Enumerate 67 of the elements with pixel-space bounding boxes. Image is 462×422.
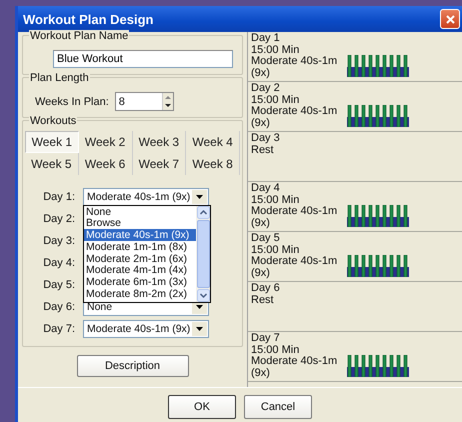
dropdown-option[interactable]: Moderate 6m-1m (3x) [84, 276, 196, 288]
group-label: Workouts [29, 115, 78, 127]
scroll-up-icon [196, 206, 210, 218]
group-label: Plan Length [29, 72, 90, 84]
scroll-down-icon [196, 288, 210, 302]
duration-text: 15:00 Min [251, 94, 300, 106]
rest-text: Rest [251, 144, 275, 156]
day-title: Day 6 [251, 283, 281, 294]
duration-text: 15:00 Min [251, 344, 300, 356]
workout-name: Moderate 40s-1m (9x) [251, 256, 338, 279]
plan-name-field[interactable]: Blue Workout [53, 50, 233, 68]
day-title: Day 4 [251, 183, 281, 194]
close-button[interactable] [440, 9, 460, 29]
day-title: Day 1 [251, 33, 281, 44]
dropdown-arrow-icon [196, 326, 203, 330]
week-tab[interactable]: Week 1 [25, 131, 79, 153]
dropdown-option[interactable]: Moderate 8m-2m (2x) [84, 288, 196, 300]
day-title: Day 3 [251, 133, 281, 144]
workout-name: Moderate 40s-1m (9x) [251, 56, 338, 79]
rest-text: Rest [251, 294, 275, 306]
workout-name: Moderate 40s-1m (9x) [251, 106, 338, 129]
day-label: Day 3: [42, 234, 75, 246]
week-tab[interactable]: Week 6 [78, 153, 132, 175]
dropdown-option[interactable]: Moderate 4m-1m (4x) [84, 264, 196, 276]
week-tab[interactable]: Week 3 [132, 131, 186, 153]
close-icon [446, 14, 454, 24]
dropdown-option[interactable]: Moderate 40s-1m (9x) [84, 229, 196, 241]
day-title: Day 2 [251, 83, 281, 94]
interval-graph-icon [347, 255, 409, 277]
dropdown-option[interactable]: Browse [84, 217, 196, 230]
week-tab[interactable]: Week 4 [186, 131, 240, 153]
day-label: Day 2: [42, 212, 75, 224]
day-label: Day 7: [42, 322, 75, 334]
dialog-button[interactable]: OK [168, 395, 236, 419]
group-label: Workout Plan Name [29, 30, 130, 42]
scrollbar[interactable] [196, 206, 210, 302]
week-tab[interactable]: Week 8 [186, 153, 240, 175]
day-label: Day 5: [42, 278, 75, 290]
spin-arrows-icon [162, 94, 173, 109]
dropdown-option[interactable]: Moderate 1m-1m (8x) [84, 240, 196, 253]
duration-text: 15:00 Min [251, 194, 300, 206]
day-label: Day 1: [42, 190, 75, 202]
dropdown-option[interactable]: Moderate 2m-1m (6x) [84, 252, 196, 264]
duration-text: 15:00 Min [251, 44, 300, 56]
weeks-spinner[interactable]: 8 [114, 92, 174, 111]
workout-name: Moderate 40s-1m (9x) [251, 356, 338, 379]
interval-graph-icon [347, 105, 409, 127]
dialog-button[interactable]: Cancel [244, 395, 312, 419]
day-title: Day 5 [251, 233, 281, 244]
weeks-label: Weeks In Plan: [35, 96, 109, 108]
interval-graph-icon [347, 355, 409, 377]
day-title: Day 7 [251, 333, 281, 344]
workout-name: Moderate 40s-1m (9x) [251, 206, 338, 229]
description-button[interactable]: Description [76, 355, 188, 377]
workout-dropdown[interactable]: Moderate 40s-1m (9x) [83, 320, 209, 338]
duration-text: 15:00 Min [251, 244, 300, 256]
week-tab[interactable]: Week 7 [132, 153, 186, 175]
dropdown-option[interactable]: None [84, 206, 196, 218]
interval-graph-icon [347, 205, 409, 227]
interval-graph-icon [347, 55, 409, 77]
week-tab[interactable]: Week 2 [78, 131, 132, 153]
dropdown-arrow-icon [196, 194, 203, 198]
day-label: Day 4: [42, 256, 75, 268]
window-title: Workout Plan Design [23, 12, 154, 26]
dropdown-arrow-icon [196, 304, 203, 308]
day-label: Day 6: [42, 300, 75, 312]
week-tab[interactable]: Week 5 [25, 153, 79, 175]
